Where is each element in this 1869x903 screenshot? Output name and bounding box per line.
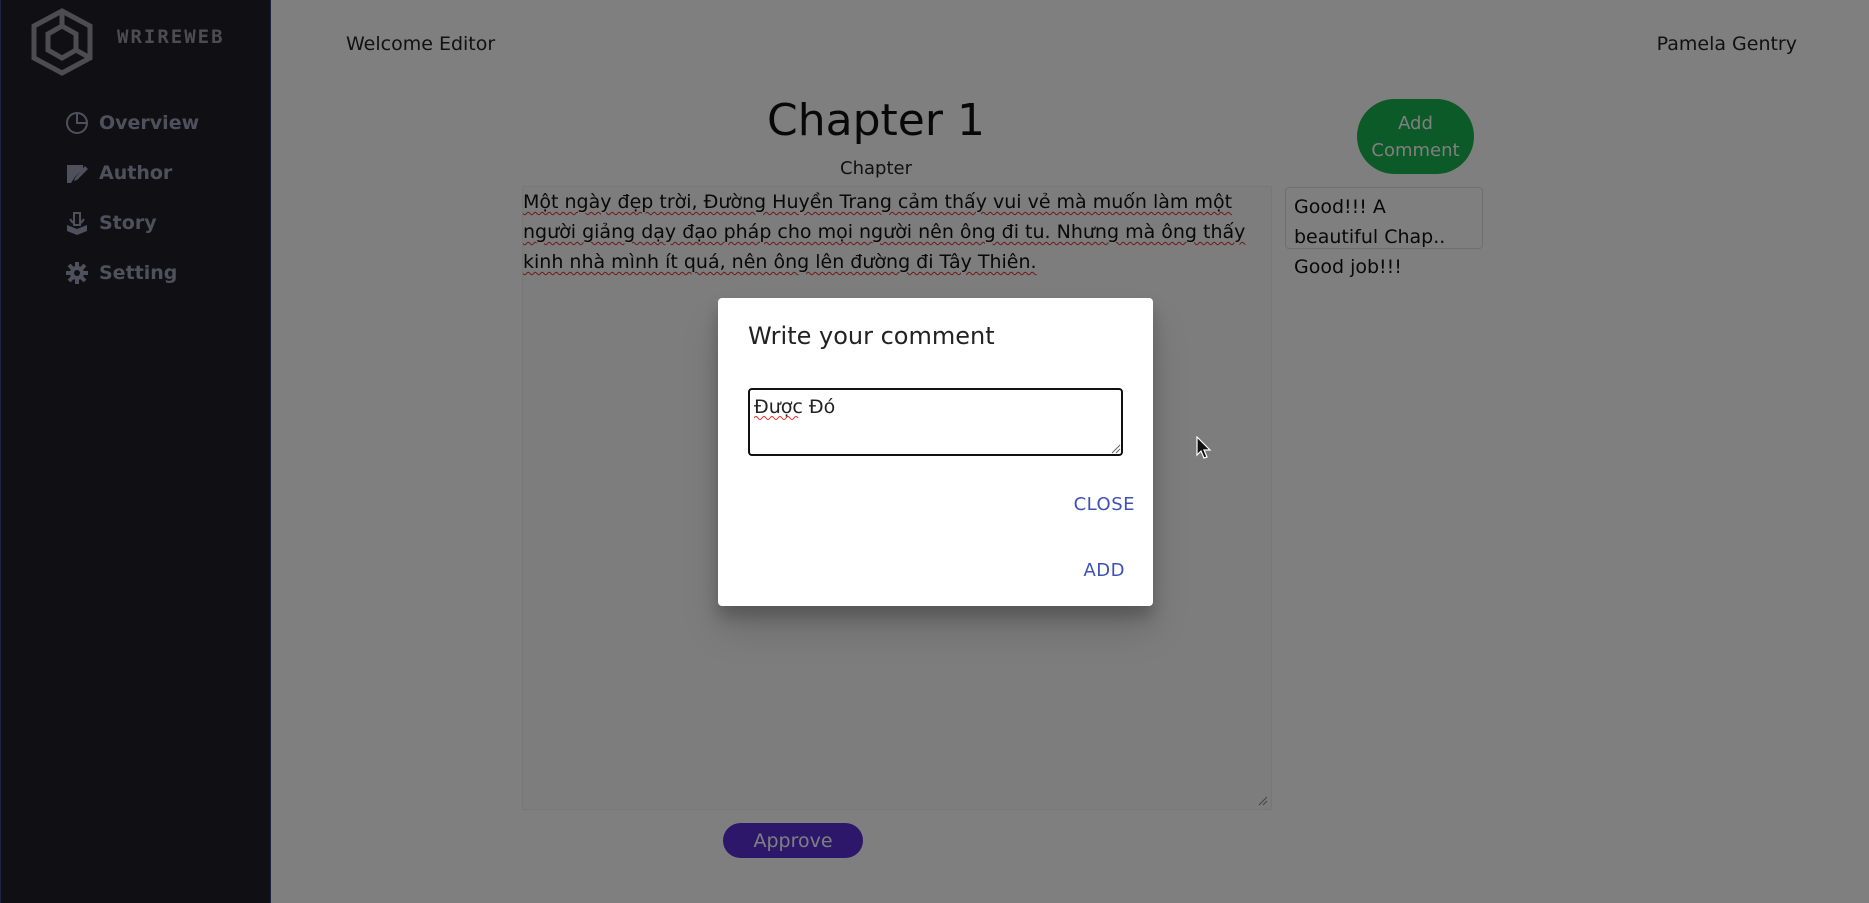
close-button[interactable]: CLOSE xyxy=(1068,493,1141,516)
mouse-cursor-icon xyxy=(1196,436,1212,459)
dialog-title: Write your comment xyxy=(748,322,995,350)
comment-dialog: Write your comment Được Đó CLOSE ADD xyxy=(718,298,1153,606)
spellcheck-underline xyxy=(754,416,799,420)
comment-input[interactable]: Được Đó xyxy=(748,388,1123,456)
add-button[interactable]: ADD xyxy=(1077,559,1131,582)
app-window: WRIREWEB Overview Au xyxy=(0,0,1869,903)
resize-handle-icon[interactable] xyxy=(1111,444,1121,454)
